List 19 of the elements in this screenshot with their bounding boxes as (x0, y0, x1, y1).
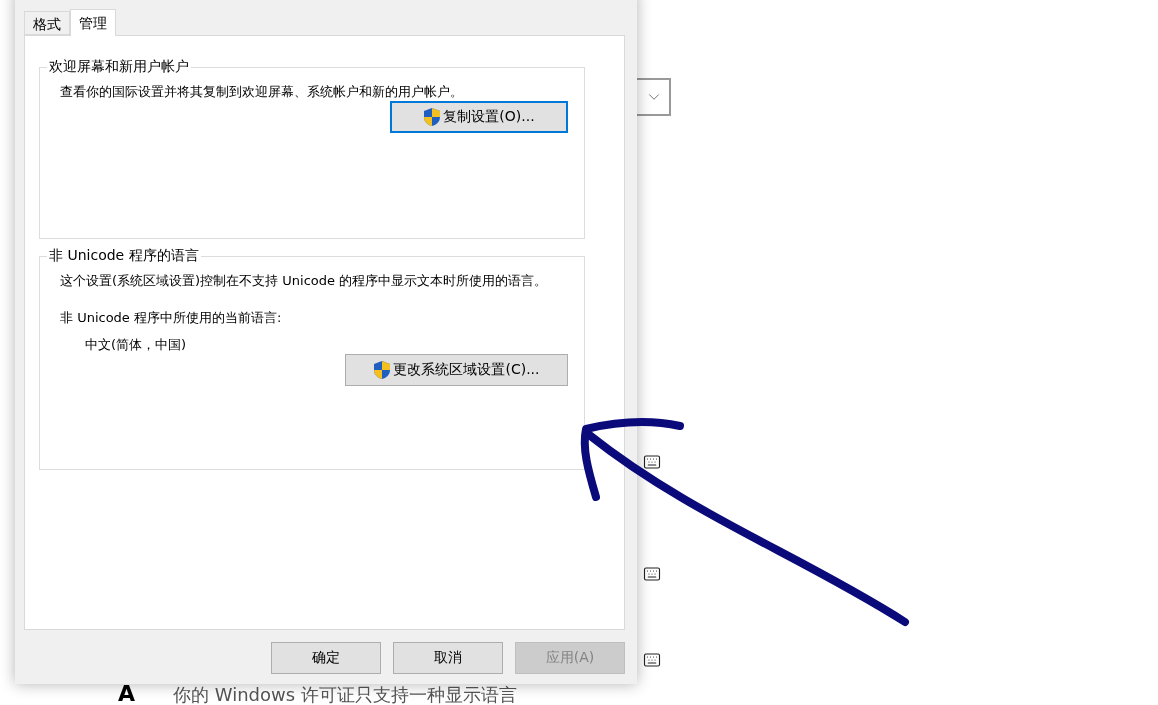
language-glyph: A (118, 681, 136, 705)
group-title: 非 Unicode 程序的语言 (48, 247, 200, 265)
keyboard-icon (643, 651, 661, 669)
dialog-button[interactable]: 取消 (393, 642, 503, 674)
keyboard-icon (643, 565, 661, 583)
description-text: 这个设置(系统区域设置)控制在不支持 Unicode 的程序中显示文本时所使用的语言。 (60, 272, 549, 290)
copy-settings-button[interactable]: 复制设置(O)... (390, 101, 568, 133)
shield-icon (423, 107, 442, 127)
tab[interactable]: 管理 (70, 9, 116, 36)
group-title: 欢迎屏幕和新用户帐户 (48, 58, 190, 76)
dialog-button[interactable]: 确定 (271, 642, 381, 674)
license-notice: 你的 Windows 许可证只支持一种显示语言 (173, 683, 517, 705)
description-text: 查看你的国际设置并将其复制到欢迎屏幕、系统帐户和新的用户帐户。 (60, 83, 464, 101)
shield-icon (373, 360, 392, 380)
keyboard-icon (643, 453, 661, 471)
change-locale-button[interactable]: 更改系统区域设置(C)... (345, 354, 568, 386)
current-language-label: 非 Unicode 程序中所使用的当前语言: (60, 309, 283, 327)
current-language-value: 中文(简体，中国) (84, 336, 188, 354)
tab[interactable]: 格式 (24, 11, 70, 35)
